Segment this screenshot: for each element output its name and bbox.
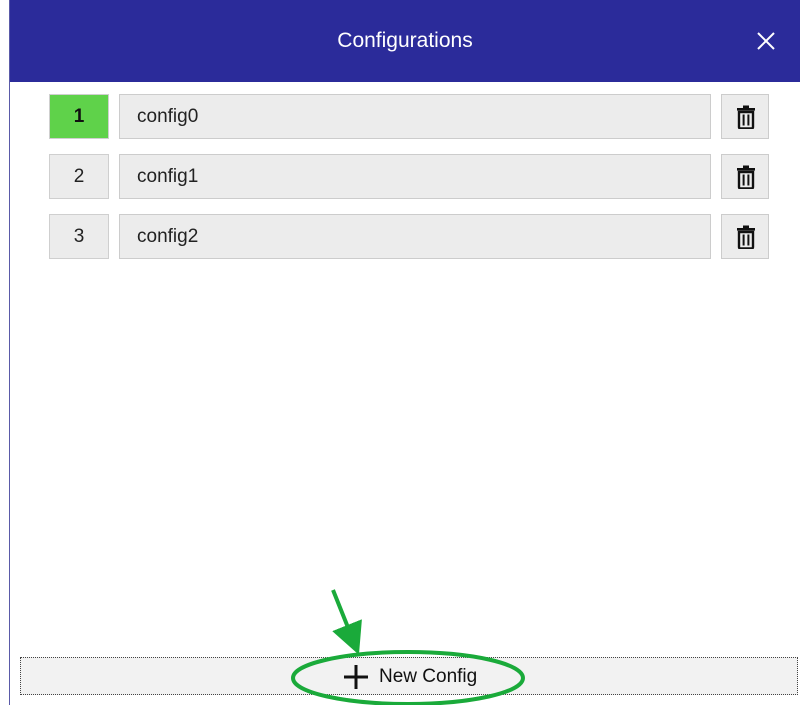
close-icon <box>757 32 775 50</box>
window-title: Configurations <box>337 29 473 52</box>
config-row: 3 <box>49 214 771 261</box>
new-config-label: New Config <box>379 666 478 687</box>
trash-icon <box>737 225 755 249</box>
config-index-button[interactable]: 3 <box>49 214 109 259</box>
trash-icon <box>737 165 755 189</box>
config-index-button[interactable]: 2 <box>49 154 109 199</box>
titlebar: Configurations <box>10 0 800 82</box>
window-border <box>9 0 10 705</box>
delete-config-button[interactable] <box>721 94 769 139</box>
delete-config-button[interactable] <box>721 214 769 259</box>
plus-icon <box>344 665 368 689</box>
config-name-field[interactable] <box>119 154 711 199</box>
new-config-content: New Config <box>341 658 477 696</box>
config-row: 1 <box>49 94 771 141</box>
config-name-field[interactable] <box>119 214 711 259</box>
config-row: 2 <box>49 154 771 201</box>
close-button[interactable] <box>752 27 780 55</box>
config-index-button[interactable]: 1 <box>49 94 109 139</box>
trash-icon <box>737 105 755 129</box>
delete-config-button[interactable] <box>721 154 769 199</box>
config-name-field[interactable] <box>119 94 711 139</box>
annotation-arrow <box>331 589 362 655</box>
new-config-button[interactable]: New Config <box>20 657 798 695</box>
